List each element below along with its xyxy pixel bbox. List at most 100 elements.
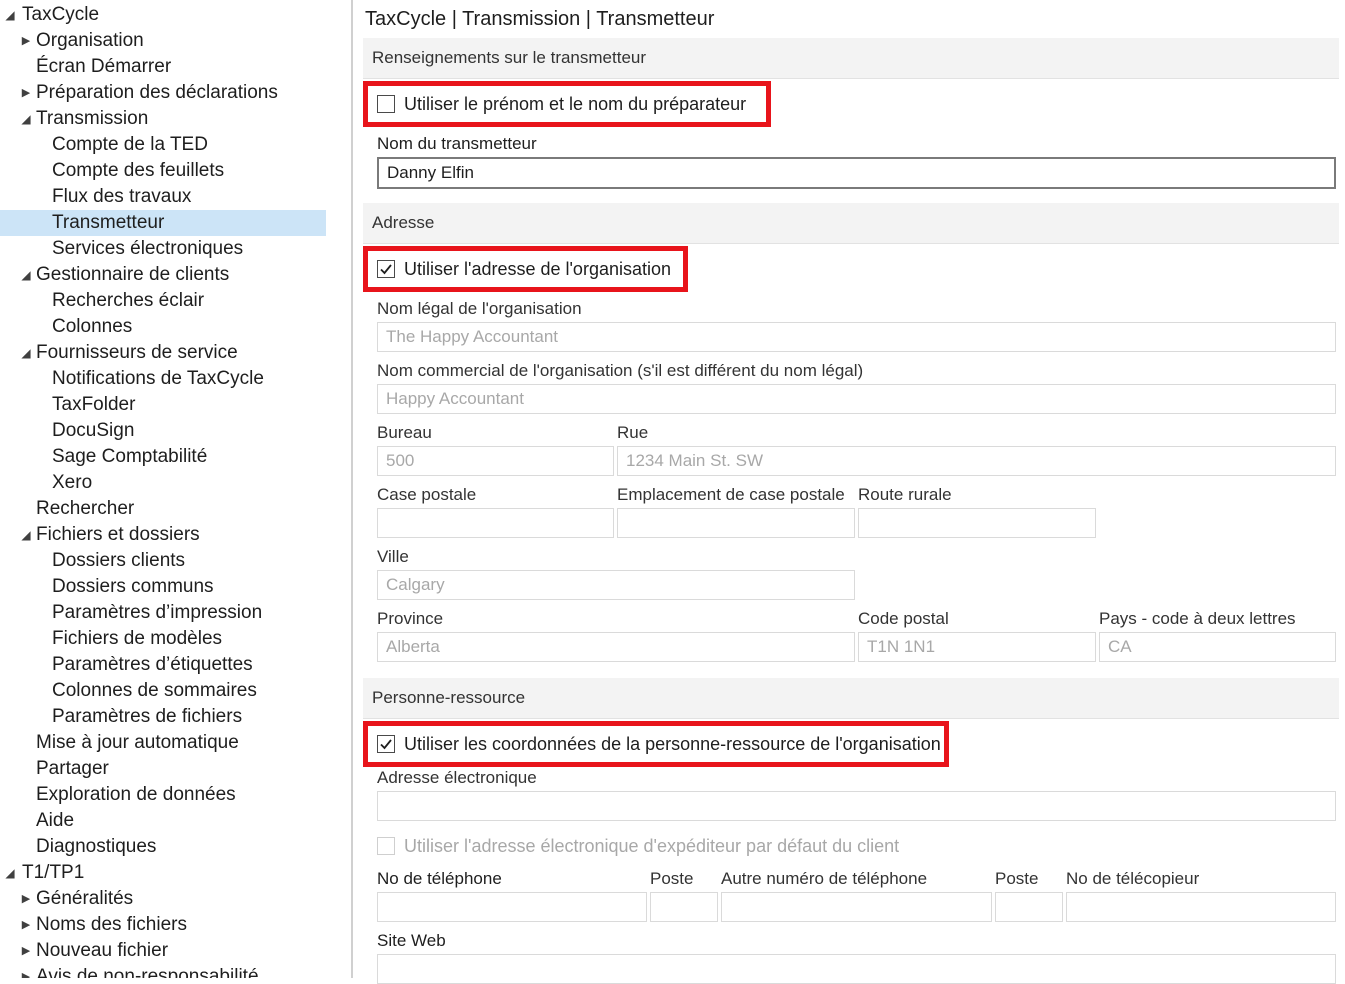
tree-item-label: Sage Comptabilité xyxy=(52,446,208,467)
tree-item-label: Partager xyxy=(36,758,109,779)
collapsed-arrow-icon[interactable]: ▶ xyxy=(20,28,32,54)
tree-item[interactable]: Fichiers de modèles xyxy=(0,626,326,652)
tree-item-label: TaxFolder xyxy=(52,394,136,415)
tree-item[interactable]: Services électroniques xyxy=(0,236,326,262)
tree-item[interactable]: ◢ T1/TP1 xyxy=(0,860,326,886)
tree-item[interactable]: Exploration de données xyxy=(0,782,326,808)
tree-item[interactable]: Compte des feuillets xyxy=(0,158,326,184)
tree-item-label: Exploration de données xyxy=(36,784,236,805)
expanded-arrow-icon[interactable]: ◢ xyxy=(20,262,32,288)
tree-item[interactable]: Dossiers communs xyxy=(0,574,326,600)
province-input[interactable] xyxy=(377,632,855,662)
tree-item[interactable]: Paramètres de fichiers xyxy=(0,704,326,730)
fax-input[interactable] xyxy=(1066,892,1336,922)
tree-item-label: Colonnes de sommaires xyxy=(52,680,257,701)
legal-name-label: Nom légal de l'organisation xyxy=(377,299,582,318)
tree-item-label: Organisation xyxy=(36,30,144,51)
po-box-label: Case postale xyxy=(377,485,477,504)
alt-phone-ext-label: Poste xyxy=(995,869,1039,888)
highlight-box xyxy=(363,246,688,292)
page-title: TaxCycle | Transmission | Transmetteur xyxy=(365,8,715,30)
checkbox-box[interactable] xyxy=(377,837,395,855)
tree-item[interactable]: ▶ Noms des fichiers xyxy=(0,912,326,938)
tree-item[interactable]: ▶ Organisation xyxy=(0,28,326,54)
expanded-arrow-icon[interactable]: ◢ xyxy=(4,860,16,886)
expanded-arrow-icon[interactable]: ◢ xyxy=(20,340,32,366)
tree-item[interactable]: Mise à jour automatique xyxy=(0,730,326,756)
tree-item[interactable]: ▶ Nouveau fichier xyxy=(0,938,326,964)
section-title: Personne-ressource xyxy=(372,688,526,707)
rural-route-input[interactable] xyxy=(858,508,1096,538)
tree-item[interactable]: Paramètres d’impression xyxy=(0,600,326,626)
tree-item[interactable]: TaxFolder xyxy=(0,392,326,418)
settings-tree: ◢ TaxCycle ▶ Organisation Écran Démarrer ▶ Pré… xyxy=(0,0,351,978)
alt-phone-ext-input[interactable] xyxy=(995,892,1063,922)
transmitter-name-input[interactable] xyxy=(377,157,1336,189)
tree-item[interactable]: ◢ TaxCycle xyxy=(0,2,326,28)
tree-item[interactable]: Paramètres d’étiquettes xyxy=(0,652,326,678)
postal-code-input[interactable] xyxy=(858,632,1096,662)
tree-item-label: Colonnes xyxy=(52,316,133,337)
tree-item[interactable]: Aide xyxy=(0,808,326,834)
use-default-sender-checkbox[interactable]: Utiliser l'adresse électronique d'expédi… xyxy=(377,833,937,863)
suite-input[interactable] xyxy=(377,446,614,476)
tree-item[interactable]: Xero xyxy=(0,470,326,496)
collapsed-arrow-icon[interactable]: ▶ xyxy=(20,938,32,964)
tree-item[interactable]: Sage Comptabilité xyxy=(0,444,326,470)
postal-code-label: Code postal xyxy=(858,609,949,628)
legal-name-input[interactable] xyxy=(377,322,1336,352)
tree-item[interactable]: ◢ Gestionnaire de clients xyxy=(0,262,326,288)
section-title: Adresse xyxy=(372,213,435,232)
tree-item-label: Paramètres de fichiers xyxy=(52,706,243,727)
collapsed-arrow-icon[interactable]: ▶ xyxy=(20,912,32,938)
tree-item-label: Dossiers communs xyxy=(52,576,214,597)
tree-item[interactable]: ▶ Avis de non-responsabilité xyxy=(0,964,326,978)
tree-item[interactable]: ◢ Fichiers et dossiers xyxy=(0,522,326,548)
expanded-arrow-icon[interactable]: ◢ xyxy=(20,106,32,132)
tree-item[interactable]: Recherches éclair xyxy=(0,288,326,314)
tree-item-label: Nouveau fichier xyxy=(36,940,169,961)
city-input[interactable] xyxy=(377,570,855,600)
tree-item-label: Avis de non-responsabilité xyxy=(36,966,259,978)
collapsed-arrow-icon[interactable]: ▶ xyxy=(20,80,32,106)
tree-item-label: Compte des feuillets xyxy=(52,160,225,181)
website-input[interactable] xyxy=(377,954,1336,984)
tree-item[interactable]: Compte de la TED xyxy=(0,132,326,158)
country-input[interactable] xyxy=(1099,632,1336,662)
tree-item[interactable]: Notifications de TaxCycle xyxy=(0,366,326,392)
tree-item[interactable]: Transmetteur xyxy=(0,210,326,236)
fax-label: No de télécopieur xyxy=(1066,869,1200,888)
tree-item[interactable]: Rechercher xyxy=(0,496,326,522)
tree-item[interactable]: Colonnes de sommaires xyxy=(0,678,326,704)
expanded-arrow-icon[interactable]: ◢ xyxy=(20,522,32,548)
phone-ext-input[interactable] xyxy=(650,892,718,922)
tree-item-label: Compte de la TED xyxy=(52,134,208,155)
tree-item-label: Fournisseurs de service xyxy=(36,342,238,363)
tree-item[interactable]: Diagnostiques xyxy=(0,834,326,860)
collapsed-arrow-icon[interactable]: ▶ xyxy=(20,886,32,912)
po-box-location-input[interactable] xyxy=(617,508,855,538)
expanded-arrow-icon[interactable]: ◢ xyxy=(4,2,16,28)
tree-item[interactable]: ◢ Fournisseurs de service xyxy=(0,340,326,366)
tree-item-label: Aide xyxy=(36,810,75,831)
po-box-input[interactable] xyxy=(377,508,614,538)
street-input[interactable] xyxy=(617,446,1336,476)
collapsed-arrow-icon[interactable]: ▶ xyxy=(20,964,32,978)
tree-item-label: Généralités xyxy=(36,888,134,909)
tree-item[interactable]: Colonnes xyxy=(0,314,326,340)
tree-item[interactable]: Partager xyxy=(0,756,326,782)
alt-phone-input[interactable] xyxy=(721,892,992,922)
tree-item[interactable]: ▶ Préparation des déclarations xyxy=(0,80,326,106)
tree-item[interactable]: Dossiers clients xyxy=(0,548,326,574)
tree-item[interactable]: ▶ Généralités xyxy=(0,886,326,912)
tree-item[interactable]: ◢ Transmission xyxy=(0,106,326,132)
tree-item-label: Fichiers et dossiers xyxy=(36,524,200,545)
tree-item[interactable]: Écran Démarrer xyxy=(0,54,326,80)
phone-input[interactable] xyxy=(377,892,647,922)
trade-name-input[interactable] xyxy=(377,384,1336,414)
email-input[interactable] xyxy=(377,791,1336,821)
highlight-box xyxy=(363,721,949,767)
tree-item[interactable]: Flux des travaux xyxy=(0,184,326,210)
tree-item-label: Recherches éclair xyxy=(52,290,205,311)
tree-item[interactable]: DocuSign xyxy=(0,418,326,444)
